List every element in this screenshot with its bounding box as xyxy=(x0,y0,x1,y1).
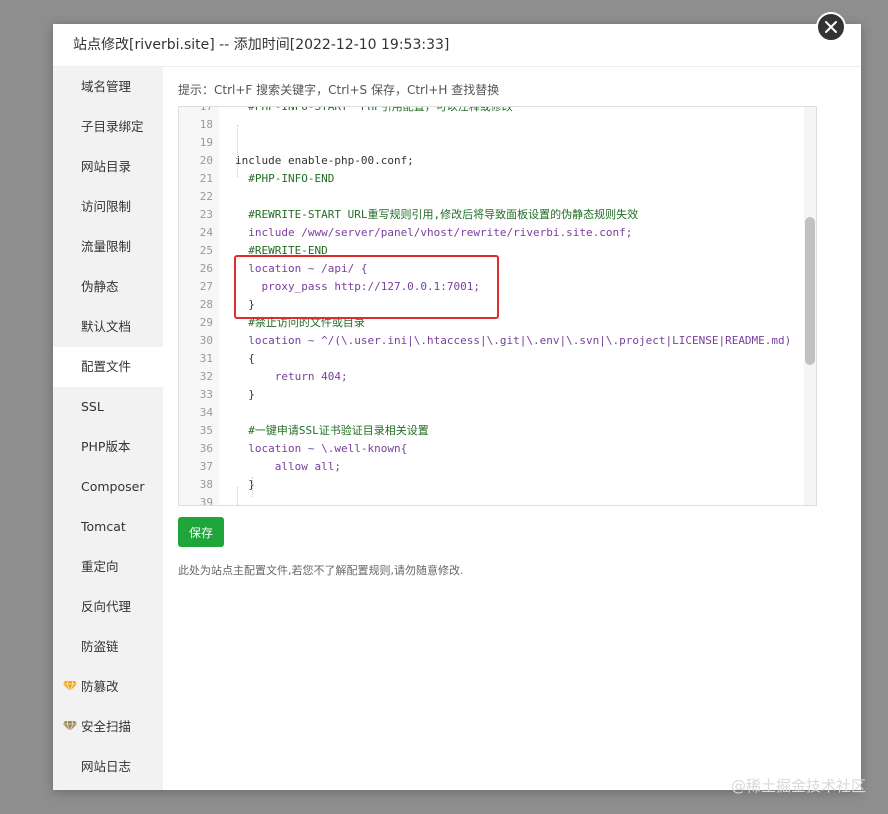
indent-guide xyxy=(237,125,238,177)
line-number: 31 xyxy=(199,352,213,365)
main-panel: 提示：Ctrl+F 搜索关键字，Ctrl+S 保存，Ctrl+H 查找替换 17… xyxy=(178,67,861,790)
sidebar-item-label: Tomcat xyxy=(81,519,126,534)
code-text: #PHP-INFO-START PHP引用配置，可以注释或修改 xyxy=(235,106,513,113)
close-button[interactable] xyxy=(816,12,846,42)
sidebar-item-label: 网站目录 xyxy=(81,159,132,174)
close-icon xyxy=(825,21,837,33)
sidebar-item-label: 网站日志 xyxy=(81,759,132,774)
sidebar-item[interactable]: PHP版本 xyxy=(53,427,163,467)
line-number: 22 xyxy=(199,190,213,203)
sidebar-item-label: 反向代理 xyxy=(81,599,132,614)
sidebar-item-label: 流量限制 xyxy=(81,239,132,254)
sidebar-item-label: 配置文件 xyxy=(81,359,132,374)
highlight-annotation xyxy=(234,255,499,319)
sidebar-item[interactable]: 访问限制 xyxy=(53,187,163,227)
line-number: 28 xyxy=(199,298,213,311)
editor-scrollbar-thumb[interactable] xyxy=(805,217,815,365)
line-number: 36 xyxy=(199,442,213,455)
sidebar-item[interactable]: 默认文档 xyxy=(53,307,163,347)
sidebar-item[interactable]: 网站日志 xyxy=(53,747,163,787)
config-editor[interactable]: 17 #PHP-INFO-START PHP引用配置，可以注释或修改 18 19 20… xyxy=(178,106,817,506)
line-number: 19 xyxy=(199,136,213,149)
gem-icon xyxy=(63,668,79,708)
editor-scrollbar[interactable] xyxy=(804,107,816,505)
sidebar-item-label: 重定向 xyxy=(81,559,119,574)
save-button[interactable]: 保存 xyxy=(178,517,224,547)
line-number: 27 xyxy=(199,280,213,293)
watermark: @稀土掘金技术社区 xyxy=(730,777,866,795)
line-number: 20 xyxy=(199,154,213,167)
sidebar-item-label: Composer xyxy=(81,479,145,494)
sidebar-item-label: 域名管理 xyxy=(81,79,132,94)
sidebar-item-label: SSL xyxy=(81,399,104,414)
sidebar-item[interactable]: 反向代理 xyxy=(53,587,163,627)
indent-guide xyxy=(237,487,238,505)
line-number: 32 xyxy=(199,370,213,383)
line-number: 35 xyxy=(199,424,213,437)
line-number: 17 xyxy=(199,106,213,113)
line-number: 23 xyxy=(199,208,213,221)
sidebar-item-label: 访问限制 xyxy=(81,199,132,214)
indent-guide xyxy=(252,477,253,497)
line-number: 29 xyxy=(199,316,213,329)
sidebar-item-label: 防篡改 xyxy=(81,679,119,694)
sidebar-item[interactable]: 防盗链 xyxy=(53,627,163,667)
sidebar-item[interactable]: 域名管理 xyxy=(53,67,163,107)
sidebar-item[interactable]: 配置文件 xyxy=(53,347,163,387)
sidebar-item-label: 子目录绑定 xyxy=(81,119,144,134)
line-number: 39 xyxy=(199,496,213,506)
dialog-title: 站点修改[riverbi.site] -- 添加时间[2022-12-10 19… xyxy=(53,24,861,67)
shortcut-hint: 提示：Ctrl+F 搜索关键字，Ctrl+S 保存，Ctrl+H 查找替换 xyxy=(178,83,500,97)
sidebar-item[interactable]: Tomcat xyxy=(53,507,163,547)
line-number: 26 xyxy=(199,262,213,275)
line-number: 25 xyxy=(199,244,213,257)
sidebar-item[interactable]: 网站目录 xyxy=(53,147,163,187)
code-text: #一键申请SSL证书验证目录相关设置 xyxy=(235,424,429,437)
sidebar-item[interactable]: 子目录绑定 xyxy=(53,107,163,147)
sidebar-item-label: 伪静态 xyxy=(81,279,119,294)
sidebar-item-label: 防盗链 xyxy=(81,639,119,654)
line-number: 37 xyxy=(199,460,213,473)
code-text: location ~ \.well-known{ xyxy=(235,442,408,455)
gem-icon xyxy=(63,708,79,748)
sidebar-item[interactable]: 重定向 xyxy=(53,547,163,587)
sidebar-item[interactable]: 流量限制 xyxy=(53,227,163,267)
line-number: 34 xyxy=(199,406,213,419)
line-number: 33 xyxy=(199,388,213,401)
code-text: include /www/server/panel/vhost/rewrite/… xyxy=(235,226,633,239)
sidebar-item-label: PHP版本 xyxy=(81,439,131,454)
code-text: #REWRITE-START URL重写规则引用,修改后将导致面板设置的伪静态规… xyxy=(235,208,639,221)
line-number: 24 xyxy=(199,226,213,239)
line-number: 30 xyxy=(199,334,213,347)
code-text: include enable-php-00.conf; xyxy=(235,154,414,167)
site-edit-dialog: 站点修改[riverbi.site] -- 添加时间[2022-12-10 19… xyxy=(53,24,861,790)
sidebar-item[interactable]: Composer xyxy=(53,467,163,507)
line-number: 38 xyxy=(199,478,213,491)
line-number: 21 xyxy=(199,172,213,185)
code-text: allow all; xyxy=(235,460,341,473)
code-text: { xyxy=(235,352,255,365)
config-note: 此处为站点主配置文件,若您不了解配置规则,请勿随意修改. xyxy=(178,564,464,577)
sidebar-item[interactable]: 安全扫描 xyxy=(53,707,163,747)
sidebar-item[interactable]: 伪静态 xyxy=(53,267,163,307)
sidebar-item[interactable]: SSL xyxy=(53,387,163,427)
sidebar: 域名管理子目录绑定网站目录访问限制流量限制伪静态默认文档配置文件 SSL PHP版本… xyxy=(53,67,163,790)
sidebar-item-label: 安全扫描 xyxy=(81,719,132,734)
code-text: location ~ ^/(\.user.ini|\.htaccess|\.gi… xyxy=(235,334,792,347)
sidebar-item[interactable]: 防篡改 xyxy=(53,667,163,707)
line-number: 18 xyxy=(199,118,213,131)
code-text: return 404; xyxy=(235,370,348,383)
sidebar-item-label: 默认文档 xyxy=(81,319,132,334)
code-text: } xyxy=(235,388,255,401)
code-text: #PHP-INFO-END xyxy=(235,172,335,185)
